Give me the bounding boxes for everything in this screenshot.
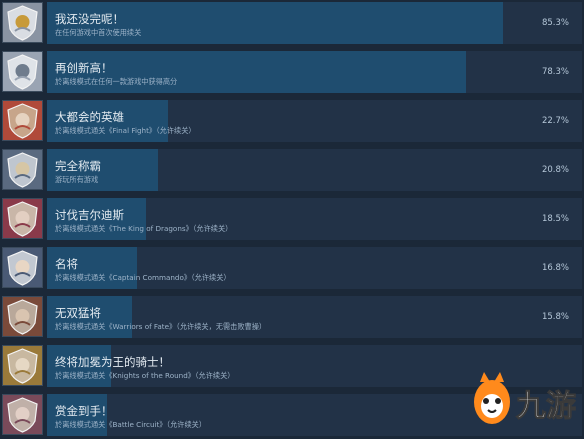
knight-portrait-icon [2, 198, 43, 239]
achievement-description: 於离线模式通关《Captain Commando》（允许续关） [55, 273, 231, 282]
unlock-percentage: 16.8% [541, 263, 569, 273]
achievement-description: 於离线模式通关《Warriors of Fate》（允许续关，无需击败曹操） [55, 322, 267, 331]
hunter-portrait-icon [2, 394, 43, 435]
achievement-title: 赏金到手！ [55, 404, 113, 418]
achievement-row[interactable]: 讨伐吉尔迪斯於离线模式通关《The King of Dragons》（允许续关）… [0, 196, 584, 245]
achievement-row[interactable]: 名将於离线模式通关《Captain Commando》（允许续关） 16.8% [0, 245, 584, 294]
achievement-row[interactable]: 大都会的英雄於离线模式通关《Final Fight》（允许续关） 22.7% [0, 98, 584, 147]
mascot-logo-icon: 九游 [474, 372, 577, 425]
achievement-description: 於离线模式通关《Battle Circuit》（允许续关） [55, 420, 207, 429]
achievement-row[interactable]: 无双猛将於离线模式通关《Warriors of Fate》（允许续关，无需击败曹… [0, 294, 584, 343]
achievement-title: 完全称霸 [55, 159, 101, 173]
achievement-description: 於离线模式通关《Knights of the Round》（允许续关） [55, 371, 235, 380]
achievement-row[interactable]: 完全称霸游玩所有游戏 20.8% [0, 147, 584, 196]
unlock-percentage: 85.3% [541, 18, 569, 28]
achievement-row[interactable]: 我还没完呢！ 在任何游戏中首次使用续关 85.3% [0, 0, 584, 49]
achievement-description: 於离线模式通关《Final Fight》（允许续关） [55, 126, 196, 135]
achievement-title: 再创新高！ [55, 61, 113, 75]
warrior-portrait-icon [2, 296, 43, 337]
unlock-percentage: 15.8% [541, 312, 569, 322]
achievement-title: 无双猛将 [55, 306, 101, 320]
achievement-title: 我还没完呢！ [55, 12, 124, 26]
achievement-title: 终将加冕为王的骑士！ [55, 355, 170, 369]
unlock-percentage: 18.5% [541, 214, 569, 224]
silver-shield-emblem-icon [2, 51, 43, 92]
emblem-portrait-icon [2, 149, 43, 190]
commando-portrait-icon [2, 247, 43, 288]
achievement-title: 讨伐吉尔迪斯 [55, 208, 124, 222]
unlock-percentage: 78.3% [541, 67, 569, 77]
watermark-text: 九游 [516, 389, 576, 424]
unlock-percentage: 22.7% [541, 116, 569, 126]
fighter-portrait-icon [2, 100, 43, 141]
achievement-description: 游玩所有游戏 [55, 175, 99, 184]
king-portrait-icon [2, 345, 43, 386]
watermark-logo: 九游 [470, 368, 582, 434]
unlock-percentage: 20.8% [541, 165, 569, 175]
achievement-description: 在任何游戏中首次使用续关 [55, 28, 142, 37]
achievement-description: 於离线模式在任何一款游戏中获得高分 [55, 77, 178, 86]
achievement-description: 於离线模式通关《The King of Dragons》（允许续关） [55, 224, 233, 233]
progress-track [47, 149, 582, 191]
achievement-title: 名将 [55, 257, 78, 271]
achievement-title: 大都会的英雄 [55, 110, 124, 124]
silver-shield-emblem-icon [2, 2, 43, 43]
achievement-row[interactable]: 再创新高！ 於离线模式在任何一款游戏中获得高分 78.3% [0, 49, 584, 98]
